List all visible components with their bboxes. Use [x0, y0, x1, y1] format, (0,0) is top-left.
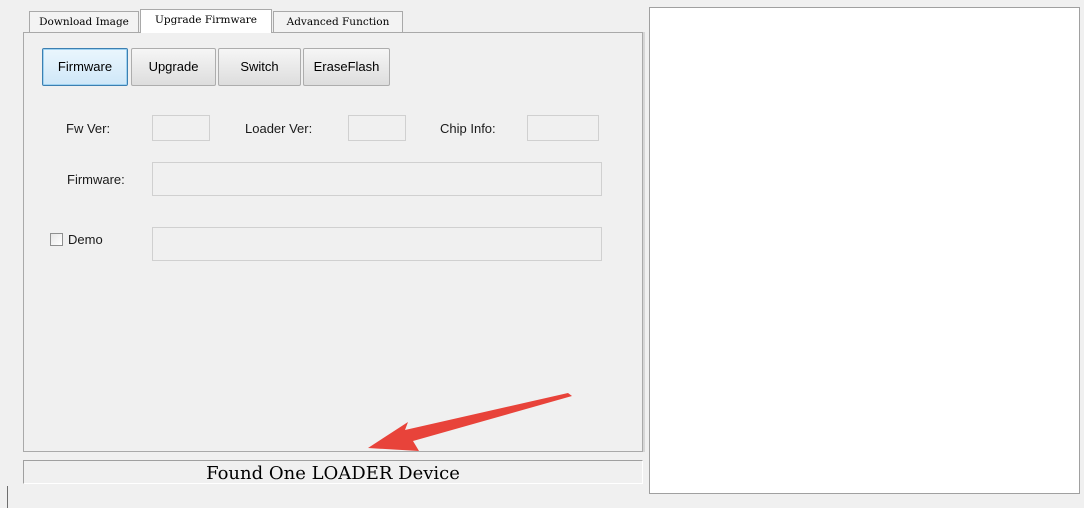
log-output-panel[interactable]: [649, 7, 1080, 494]
demo-label: Demo: [68, 232, 103, 247]
window-edge: [7, 486, 8, 508]
fw-ver-field[interactable]: [152, 115, 210, 141]
status-message: Found One LOADER Device: [206, 463, 460, 484]
erase-flash-button[interactable]: EraseFlash: [303, 48, 390, 86]
upgrade-button[interactable]: Upgrade: [131, 48, 216, 86]
firmware-path-label: Firmware:: [67, 172, 125, 187]
loader-ver-field[interactable]: [348, 115, 406, 141]
fw-ver-label: Fw Ver:: [66, 121, 111, 136]
loader-ver-label: Loader Ver:: [245, 121, 313, 136]
status-bar: Found One LOADER Device: [23, 460, 643, 484]
tab-advanced-function[interactable]: Advanced Function: [273, 11, 403, 33]
firmware-button[interactable]: Firmware: [42, 48, 128, 86]
tab-upgrade-firmware[interactable]: Upgrade Firmware: [140, 9, 272, 33]
tab-download-image[interactable]: Download Image: [29, 11, 139, 33]
demo-checkbox[interactable]: [50, 233, 63, 246]
chip-info-label: Chip Info:: [440, 121, 496, 136]
chip-info-field[interactable]: [527, 115, 599, 141]
demo-path-field[interactable]: [152, 227, 602, 261]
switch-button[interactable]: Switch: [218, 48, 301, 86]
firmware-path-field[interactable]: [152, 162, 602, 196]
